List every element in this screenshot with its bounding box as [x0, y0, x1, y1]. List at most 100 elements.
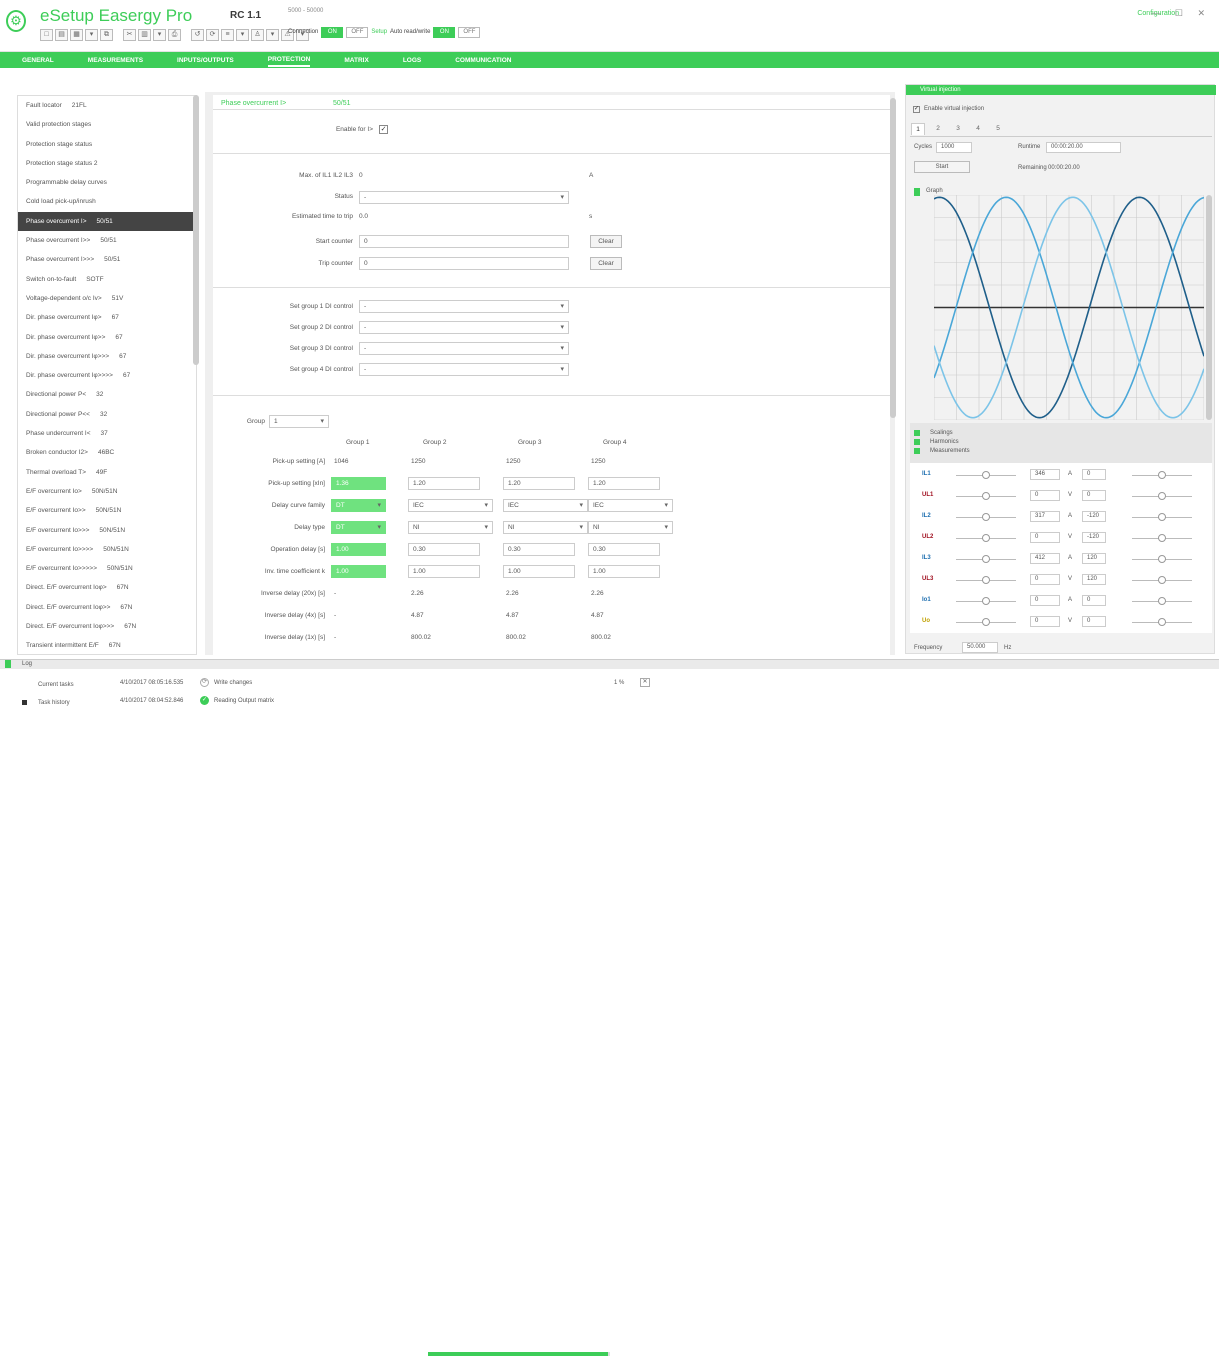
vi-tab[interactable]: 1	[911, 123, 925, 135]
setting-select[interactable]: DT	[331, 499, 386, 512]
center-scrollbar[interactable]	[890, 98, 896, 418]
vi-tab[interactable]: 2	[931, 123, 945, 135]
runtime-field[interactable]: 00:00:20.00	[1046, 142, 1121, 153]
meas-angle-knob[interactable]	[1158, 618, 1166, 626]
cut-icon[interactable]: ✂	[123, 29, 136, 41]
meas-value-field[interactable]: 0	[1030, 574, 1060, 585]
meas-value-field[interactable]: 412	[1030, 553, 1060, 564]
setup-link[interactable]: Setup	[371, 29, 387, 35]
setting-select[interactable]: NI	[408, 521, 493, 534]
list-item[interactable]: Dir. phase overcurrent Iφ>>>> 67	[18, 366, 196, 385]
meas-value-field[interactable]: 0	[1030, 616, 1060, 627]
setting-select[interactable]: NI	[503, 521, 588, 534]
save-icon[interactable]: ▦	[70, 29, 83, 41]
meas-angle-knob[interactable]	[1158, 576, 1166, 584]
copy-icon[interactable]: ⧉	[100, 29, 113, 41]
new-icon[interactable]: □	[40, 29, 53, 41]
list-item[interactable]: Direct. E/F overcurrent Ioφ>> 67N	[18, 598, 196, 617]
tab-logs[interactable]: LOGS	[403, 55, 421, 66]
list-item[interactable]: Programmable delay curves	[18, 173, 196, 192]
connection-off-toggle[interactable]: OFF	[346, 26, 369, 38]
list-item[interactable]: Thermal overload T> 49F	[18, 463, 196, 482]
meas-value-field[interactable]: 0	[1030, 532, 1060, 543]
undo-icon[interactable]: ↺	[191, 29, 204, 41]
list-item[interactable]: Phase overcurrent I>> 50/51	[18, 231, 196, 250]
list-item[interactable]: Phase undercurrent I< 37	[18, 424, 196, 443]
list-item[interactable]: E/F overcurrent Io>>> 50N/51N	[18, 521, 196, 540]
dropdown-icon[interactable]: ▾	[85, 29, 98, 41]
connection-on-toggle[interactable]: ON	[321, 26, 344, 38]
setting-input[interactable]: 1.00	[408, 565, 480, 578]
list-item[interactable]: Valid protection stages	[18, 115, 196, 134]
list-item[interactable]: Switch on-to-fault SOTF	[18, 270, 196, 289]
list-item[interactable]: Protection stage status	[18, 135, 196, 154]
scalings-section[interactable]: Scalings	[930, 430, 953, 436]
trip-counter-field[interactable]: 0	[359, 257, 569, 270]
setting-select[interactable]: IEC	[503, 499, 588, 512]
setting-input[interactable]: 1.00	[503, 565, 575, 578]
setting-select[interactable]: IEC	[408, 499, 493, 512]
setting-select[interactable]: IEC	[588, 499, 673, 512]
status-select[interactable]: -	[359, 191, 569, 204]
meas-angle-field[interactable]: 0	[1082, 616, 1106, 627]
meas-slider-knob[interactable]	[982, 555, 990, 563]
dropdown2-icon[interactable]: ▾	[153, 29, 166, 41]
list-item[interactable]: Directional power P<< 32	[18, 405, 196, 424]
meas-slider-knob[interactable]	[982, 492, 990, 500]
list-item[interactable]: Voltage-dependent o/c Iv> 51V	[18, 289, 196, 308]
vi-enable-checkbox[interactable]: ✓	[913, 106, 920, 113]
list-item[interactable]: Dir. phase overcurrent Iφ>> 67	[18, 328, 196, 347]
setting-select[interactable]: DT	[331, 521, 386, 534]
meas-slider-knob[interactable]	[982, 471, 990, 479]
cancel-task-icon[interactable]: ✕	[640, 678, 650, 687]
open-icon[interactable]: ▤	[55, 29, 68, 41]
meas-angle-field[interactable]: -120	[1082, 511, 1106, 522]
list-item[interactable]: Transient intermittent E/F 67N	[18, 636, 196, 654]
clear-trip-button[interactable]: Clear	[590, 257, 622, 270]
meas-value-field[interactable]: 317	[1030, 511, 1060, 522]
list-item[interactable]: Dir. phase overcurrent Iφ> 67	[18, 308, 196, 327]
setting-input[interactable]: 1.00	[331, 543, 386, 556]
set-group-select[interactable]: -	[359, 321, 569, 334]
meas-angle-field[interactable]: -120	[1082, 532, 1106, 543]
paste-icon[interactable]: ▥	[138, 29, 151, 41]
tab-measurements[interactable]: MEASUREMENTS	[88, 55, 143, 66]
meas-angle-field[interactable]: 120	[1082, 574, 1106, 585]
setting-input[interactable]: 1.36	[331, 477, 386, 490]
user-icon[interactable]: ♙	[251, 29, 264, 41]
list-item[interactable]: Direct. E/F overcurrent Ioφ>>> 67N	[18, 617, 196, 636]
current-tasks-link[interactable]: Current tasks	[38, 682, 74, 688]
set-group-select[interactable]: -	[359, 363, 569, 376]
setting-input[interactable]: 1.20	[503, 477, 575, 490]
setting-input[interactable]: 1.20	[588, 477, 660, 490]
graph-scrollbar[interactable]	[1206, 195, 1212, 420]
list-item[interactable]: Phase overcurrent I>>> 50/51	[18, 250, 196, 269]
list-item[interactable]: E/F overcurrent Io>>>> 50N/51N	[18, 540, 196, 559]
meas-slider-knob[interactable]	[982, 618, 990, 626]
tab-matrix[interactable]: MATRIX	[344, 55, 368, 66]
meas-angle-field[interactable]: 0	[1082, 490, 1106, 501]
set-group-select[interactable]: -	[359, 342, 569, 355]
tab-protection[interactable]: PROTECTION	[267, 54, 311, 67]
clear-start-button[interactable]: Clear	[590, 235, 622, 248]
refresh-icon[interactable]: ⟳	[206, 29, 219, 41]
setting-input[interactable]: 0.30	[408, 543, 480, 556]
auto-on-toggle[interactable]: ON	[433, 26, 456, 38]
setting-input[interactable]: 1.00	[588, 565, 660, 578]
vi-tab[interactable]: 5	[991, 123, 1005, 135]
group-select[interactable]: 1	[269, 415, 329, 428]
meas-slider-knob[interactable]	[982, 576, 990, 584]
meas-angle-field[interactable]: 120	[1082, 553, 1106, 564]
setting-select[interactable]: NI	[588, 521, 673, 534]
meas-angle-knob[interactable]	[1158, 597, 1166, 605]
meas-value-field[interactable]: 0	[1030, 490, 1060, 501]
meas-angle-knob[interactable]	[1158, 513, 1166, 521]
meas-slider-knob[interactable]	[982, 597, 990, 605]
meas-angle-knob[interactable]	[1158, 471, 1166, 479]
meas-angle-knob[interactable]	[1158, 492, 1166, 500]
dropdown4-icon[interactable]: ▾	[266, 29, 279, 41]
frequency-field[interactable]: 50.000	[962, 642, 998, 653]
setting-input[interactable]: 0.30	[588, 543, 660, 556]
vi-tab[interactable]: 4	[971, 123, 985, 135]
meas-value-field[interactable]: 346	[1030, 469, 1060, 480]
